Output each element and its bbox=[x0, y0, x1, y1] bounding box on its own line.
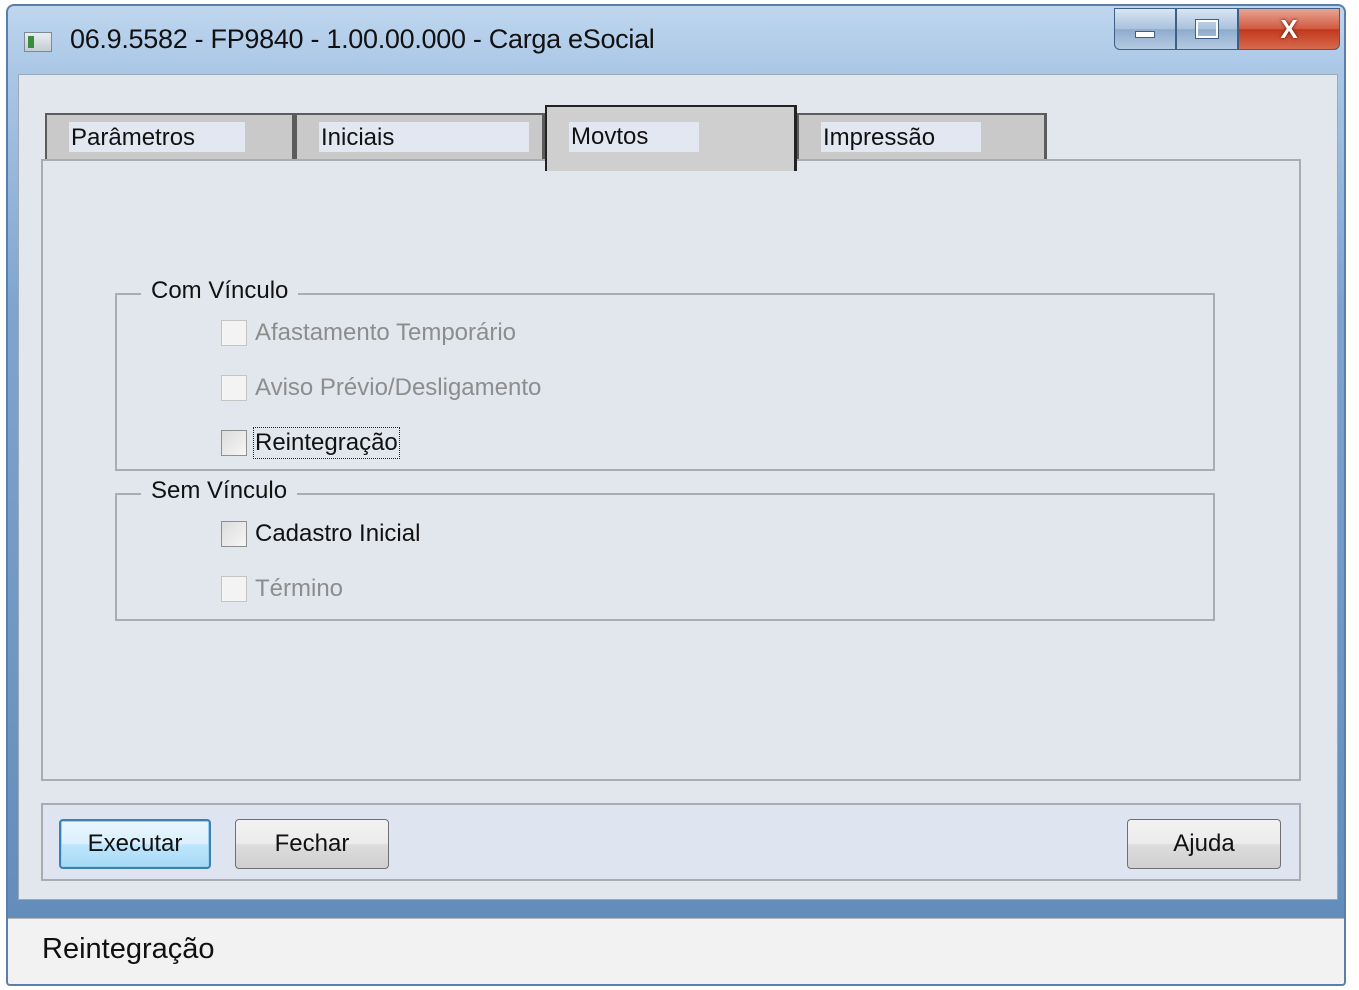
help-button[interactable]: Ajuda bbox=[1127, 819, 1281, 869]
title-bar[interactable]: 06.9.5582 - FP9840 - 1.00.00.000 - Carga… bbox=[8, 6, 1344, 74]
checkbox-label: Término bbox=[255, 575, 344, 602]
group-sem-vinculo: Sem Vínculo Cadastro Inicial Término bbox=[115, 477, 1215, 621]
minimize-button[interactable] bbox=[1114, 8, 1176, 50]
checkbox-box[interactable] bbox=[221, 430, 247, 456]
checkbox-box[interactable] bbox=[221, 521, 247, 547]
checkbox-afastamento-temporario[interactable]: Afastamento Temporário bbox=[221, 319, 516, 347]
tab-label: Impressão bbox=[823, 124, 936, 151]
checkbox-box[interactable] bbox=[221, 576, 247, 602]
tab-label: Iniciais bbox=[321, 124, 395, 151]
tab-impressao[interactable]: Impressão bbox=[797, 113, 1047, 161]
group-title-sem-vinculo: Sem Vínculo bbox=[141, 477, 298, 505]
checkbox-box[interactable] bbox=[221, 320, 247, 346]
execute-button[interactable]: Executar bbox=[59, 819, 211, 869]
app-window: 06.9.5582 - FP9840 - 1.00.00.000 - Carga… bbox=[6, 4, 1346, 986]
tab-label: Movtos bbox=[571, 123, 649, 150]
group-com-vinculo: Com Vínculo Afastamento Temporário Aviso… bbox=[115, 277, 1215, 471]
group-title-com-vinculo: Com Vínculo bbox=[141, 277, 299, 305]
tab-movtos[interactable]: Movtos bbox=[545, 105, 797, 171]
status-bar: Reintegração bbox=[8, 918, 1344, 984]
maximize-button[interactable] bbox=[1176, 8, 1238, 50]
window-title: 06.9.5582 - FP9840 - 1.00.00.000 - Carga… bbox=[70, 24, 655, 54]
tab-parametros[interactable]: Parâmetros bbox=[45, 113, 295, 161]
checkbox-label: Reintegração bbox=[253, 427, 400, 459]
minimize-icon bbox=[1135, 30, 1155, 38]
tab-panel-movtos: Com Vínculo Afastamento Temporário Aviso… bbox=[41, 159, 1301, 781]
close-dialog-button[interactable]: Fechar bbox=[235, 819, 389, 869]
maximize-icon bbox=[1196, 20, 1218, 38]
checkbox-label: Afastamento Temporário bbox=[255, 319, 517, 346]
caption-buttons: X bbox=[1114, 8, 1340, 50]
dialog-client-area: Parâmetros Iniciais Movtos Impressão Com… bbox=[18, 74, 1338, 900]
status-text: Reintegração bbox=[42, 933, 215, 965]
checkbox-reintegracao[interactable]: Reintegração bbox=[221, 427, 400, 459]
checkbox-aviso-previo-desligamento[interactable]: Aviso Prévio/Desligamento bbox=[221, 374, 541, 402]
checkbox-label: Aviso Prévio/Desligamento bbox=[255, 374, 542, 401]
checkbox-box[interactable] bbox=[221, 375, 247, 401]
button-bar: Executar Fechar Ajuda bbox=[41, 803, 1301, 881]
tab-iniciais[interactable]: Iniciais bbox=[295, 113, 545, 161]
tab-label: Parâmetros bbox=[71, 124, 196, 151]
checkbox-termino[interactable]: Término bbox=[221, 575, 343, 603]
checkbox-cadastro-inicial[interactable]: Cadastro Inicial bbox=[221, 520, 420, 548]
checkbox-label: Cadastro Inicial bbox=[255, 520, 421, 547]
app-icon bbox=[24, 32, 52, 52]
close-button[interactable]: X bbox=[1238, 8, 1340, 50]
close-icon: X bbox=[1280, 13, 1298, 44]
